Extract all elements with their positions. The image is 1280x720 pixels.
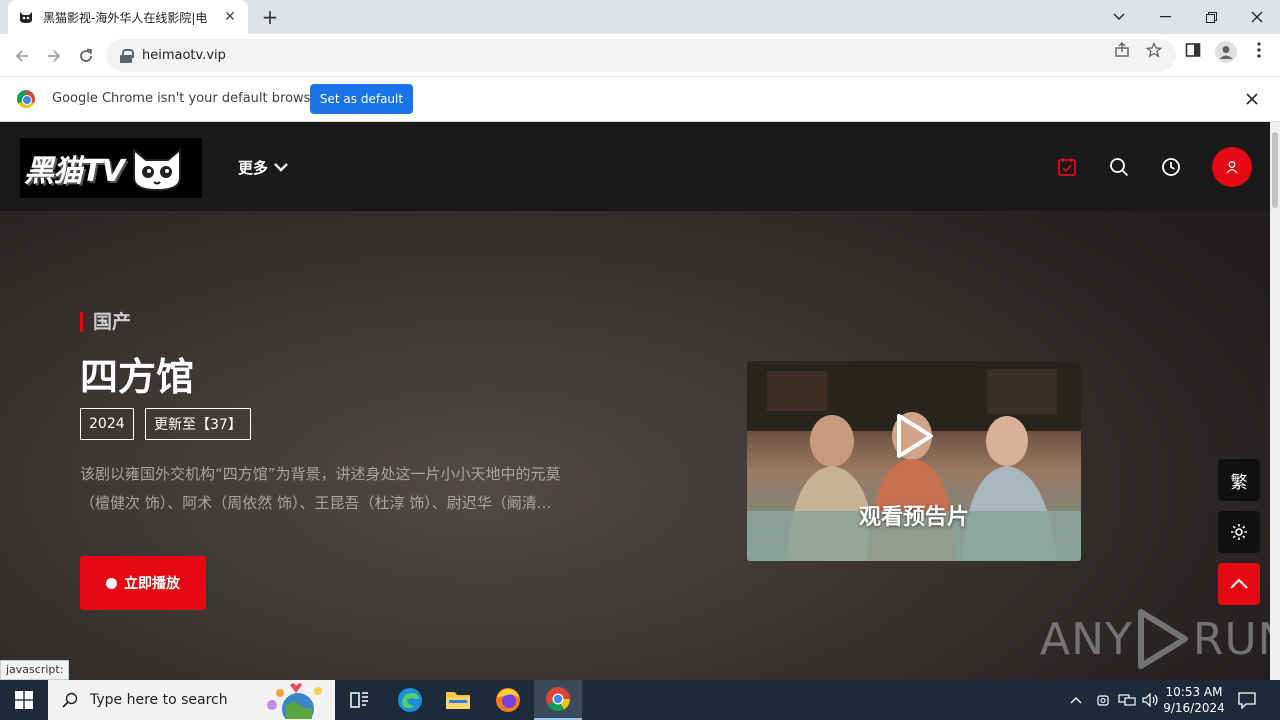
- task-view-button[interactable]: [336, 680, 384, 720]
- edge-taskbar-button[interactable]: [386, 680, 434, 720]
- meet-now-icon[interactable]: [1096, 680, 1110, 720]
- traditional-chinese-button[interactable]: 繁: [1218, 459, 1260, 501]
- status-bubble: javascript:: [0, 660, 70, 680]
- side-panel-icon[interactable]: [1184, 42, 1202, 60]
- taskbar-search-placeholder: Type here to search: [90, 692, 228, 708]
- chrome-icon: [546, 687, 570, 712]
- watermark-text-right: RUN: [1192, 613, 1270, 665]
- start-button[interactable]: [0, 680, 48, 720]
- back-button[interactable]: [8, 42, 36, 70]
- file-explorer-taskbar-button[interactable]: [434, 680, 482, 720]
- taskbar-search[interactable]: Type here to search: [48, 680, 335, 720]
- show-title[interactable]: 四方馆: [80, 346, 194, 401]
- url-text: heimaotv.vip: [142, 48, 226, 63]
- show-description: 该剧以雍国外交机构“四方馆”为背景，讲述身处这一片小小天地中的元莫 （檀健次 饰…: [80, 460, 610, 518]
- volume-icon[interactable]: [1142, 680, 1160, 720]
- description-line: （檀健次 饰）、阿术（周依然 饰）、王昆吾（杜淳 饰）、尉迟华（阚清...: [80, 494, 552, 512]
- watch-trailer-label: 观看预告片: [858, 505, 969, 530]
- settings-gear-button[interactable]: [1218, 511, 1260, 553]
- lock-icon[interactable]: [120, 48, 134, 63]
- check-calendar-icon[interactable]: [1056, 156, 1078, 178]
- task-view-icon: [350, 692, 368, 708]
- chevron-down-icon: [274, 161, 288, 175]
- description-line: 该剧以雍国外交机构“四方馆”为背景，讲述身处这一片小小天地中的元莫: [80, 465, 561, 483]
- minimize-button[interactable]: [1142, 0, 1188, 34]
- tab-search-chevron-icon[interactable]: [1096, 0, 1142, 34]
- more-label: 更多: [238, 159, 269, 177]
- year-tag: 2024: [80, 408, 134, 440]
- firefox-taskbar-button[interactable]: [484, 680, 532, 720]
- cat-mascot-icon: [130, 144, 184, 192]
- close-window-button[interactable]: [1234, 0, 1280, 34]
- address-bar[interactable]: heimaotv.vip: [106, 39, 1176, 72]
- bookmark-star-icon[interactable]: [1145, 41, 1163, 60]
- search-icon[interactable]: [1108, 156, 1130, 178]
- profile-avatar-icon[interactable]: [1215, 41, 1237, 63]
- play-now-button[interactable]: 立即播放: [80, 556, 206, 610]
- gear-icon: [1231, 524, 1247, 540]
- page-scrollbar[interactable]: [1270, 122, 1280, 680]
- logo-text: 黑猫TV: [24, 154, 125, 189]
- play-dot-icon: [106, 577, 117, 589]
- watermark-play-icon: [1137, 609, 1188, 669]
- user-icon: [1226, 161, 1238, 174]
- category-label[interactable]: 国产: [80, 312, 131, 332]
- user-button[interactable]: [1212, 147, 1252, 187]
- scroll-thumb[interactable]: [1272, 132, 1278, 208]
- tab-close-icon[interactable]: ✕: [222, 9, 238, 25]
- chrome-logo-icon: [17, 90, 35, 108]
- new-tab-button[interactable]: +: [258, 5, 282, 29]
- edge-icon: [398, 688, 422, 712]
- clock-date: 9/16/2024: [1163, 701, 1225, 715]
- chrome-taskbar-button[interactable]: [534, 680, 582, 720]
- folder-icon: [446, 692, 470, 709]
- set-default-button[interactable]: Set as default: [310, 84, 413, 114]
- firefox-icon: [496, 688, 520, 712]
- back-to-top-button[interactable]: [1218, 563, 1260, 605]
- tray-overflow-chevron-icon[interactable]: [1070, 680, 1082, 720]
- more-menu[interactable]: 更多: [238, 157, 288, 178]
- cat-favicon-icon: [18, 9, 34, 25]
- browser-toolbar: heimaotv.vip: [0, 34, 1280, 77]
- tab-strip: 黑猫影视-海外华人在线影院|电 ✕ +: [0, 0, 1280, 34]
- infobar-message: Google Chrome isn't your default browser: [52, 91, 324, 106]
- search-icon: [62, 692, 78, 708]
- play-now-label: 立即播放: [124, 576, 180, 592]
- site-header: 黑猫TV 更多: [0, 122, 1270, 211]
- site-logo[interactable]: 黑猫TV: [20, 138, 202, 198]
- network-icon[interactable]: [1118, 680, 1136, 720]
- browser-tab[interactable]: 黑猫影视-海外华人在线影院|电 ✕: [8, 0, 248, 34]
- update-tag: 更新至【37】: [145, 408, 251, 440]
- reload-button[interactable]: [72, 42, 100, 70]
- anyrun-watermark: ANY RUN: [1040, 608, 1270, 670]
- web-page: 黑猫TV 更多 国产 四方馆 2024 更新至【37】 该剧以雍国外交机构“四方…: [0, 122, 1270, 680]
- clock-time: 10:53 AM: [1165, 685, 1223, 699]
- windows-taskbar: Type here to search 10:53 AM 9/16/2024: [0, 680, 1280, 720]
- share-icon[interactable]: [1113, 42, 1131, 60]
- default-browser-infobar: Google Chrome isn't your default browser…: [0, 77, 1280, 122]
- forward-button[interactable]: [40, 42, 68, 70]
- notification-center-icon[interactable]: [1238, 680, 1256, 720]
- infobar-close-icon[interactable]: [1246, 90, 1258, 109]
- menu-kebab-icon[interactable]: [1250, 42, 1268, 60]
- play-triangle-icon[interactable]: [895, 413, 935, 463]
- tab-title: 黑猫影视-海外华人在线影院|电: [43, 10, 208, 25]
- history-icon[interactable]: [1160, 156, 1182, 178]
- taskbar-clock[interactable]: 10:53 AM 9/16/2024: [1162, 684, 1226, 716]
- restore-button[interactable]: [1188, 0, 1234, 34]
- watermark-text-left: ANY: [1040, 613, 1133, 665]
- windows-logo-icon: [15, 691, 33, 709]
- search-highlight-globe-icon: [267, 683, 322, 719]
- trailer-thumbnail[interactable]: 观看预告片: [747, 361, 1081, 561]
- chevron-up-icon: [1230, 579, 1248, 589]
